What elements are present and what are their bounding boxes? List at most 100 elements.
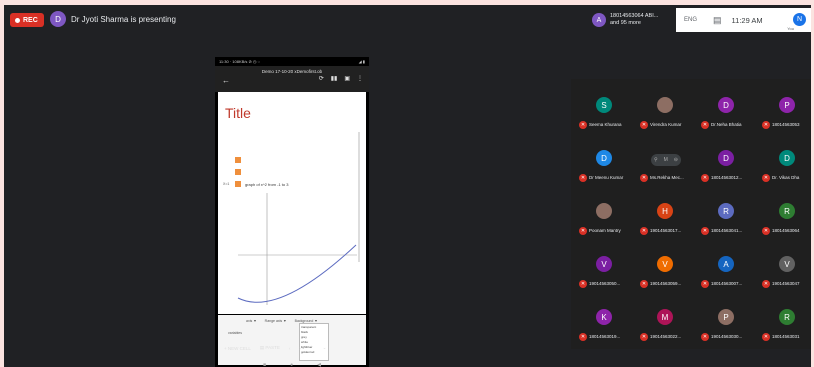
participant-tile[interactable]: ✕ Poonam Mantry <box>575 197 633 243</box>
participant-name: Dr Meenu Kumar <box>589 175 624 180</box>
participant-tile[interactable]: D ✕ 18014563012... <box>697 144 755 190</box>
participant-name: Seema Khurana <box>589 122 622 127</box>
new-cell-button[interactable]: + NEW CELL <box>224 346 251 351</box>
participant-name: 19014563047 <box>772 281 800 286</box>
page-title: Title <box>225 105 251 121</box>
participant-avatar <box>657 97 673 113</box>
participant-tile[interactable]: R ✕ 18014563064 <box>758 197 811 243</box>
participant-avatar: A <box>718 256 734 272</box>
participant-avatar: K <box>596 309 612 325</box>
cell-marker[interactable] <box>235 157 241 163</box>
participant-name: 19014563050... <box>589 281 621 286</box>
participants-chip[interactable]: A 18014563064 ABI... and 95 more <box>592 9 684 31</box>
mic-muted-icon: ✕ <box>701 121 709 129</box>
paste-label: PASTE <box>265 345 280 350</box>
image-icon[interactable]: ▣ <box>344 75 350 82</box>
presenter-status: Dr Jyoti Sharma is presenting <box>71 15 176 24</box>
chip-line2: and 95 more <box>610 20 641 26</box>
status-left: 11:30 · 108KB/s ⊘ ◷ ◌ <box>219 59 260 64</box>
axis-dropdown[interactable]: axis ▼ <box>246 319 257 323</box>
phone-status-bar: 11:30 · 108KB/s ⊘ ◷ ◌ ◢ ▮ <box>215 57 369 66</box>
participant-tile[interactable]: V ✕ 19014563059... <box>636 250 694 296</box>
participant-tile[interactable]: ✕ Virendra Kumar <box>636 91 694 137</box>
participant-avatar: R <box>718 203 734 219</box>
tile-controls[interactable]: ⚲ M ⊖ <box>651 154 681 166</box>
mic-muted-icon: ✕ <box>762 227 770 235</box>
participant-avatar: V <box>657 256 673 272</box>
participant-avatar: D <box>718 150 734 166</box>
participant-tile[interactable]: P ✕ 18014563053 <box>758 91 811 137</box>
participant-name: 19014563022... <box>650 334 682 339</box>
back-arrow-icon[interactable]: ← <box>222 76 230 85</box>
status-right: ◢ ▮ <box>358 59 365 64</box>
recording-badge: REC <box>10 13 44 27</box>
participant-avatar: V <box>779 256 795 272</box>
chip-avatar: A <box>592 13 606 27</box>
participant-name: 19014563030... <box>711 334 743 339</box>
presenter-avatar: D <box>50 11 66 27</box>
more-vert-icon[interactable]: ⋮ <box>357 75 363 82</box>
language-icon[interactable]: ENG <box>684 17 697 23</box>
next-icon[interactable]: › <box>299 346 301 351</box>
chat-icon[interactable]: ▤ <box>713 15 722 26</box>
app-bar: Demo 17-10-20 xDemofirst.ob ← ⟳ ▮▮ ▣ ⋮ <box>215 66 369 92</box>
refresh-icon[interactable]: ⟳ <box>319 75 324 82</box>
plot-graph <box>237 193 357 305</box>
prev-icon[interactable]: ‹ <box>289 346 291 351</box>
participant-name: 18014563031 <box>772 334 800 339</box>
participant-tile[interactable]: R ✕ 18014563041... <box>697 197 755 243</box>
participant-avatar: D <box>779 150 795 166</box>
rec-label: REC <box>23 16 38 24</box>
participant-avatar: D <box>596 150 612 166</box>
participant-name: 18014563007... <box>711 281 743 286</box>
recents-icon[interactable]: ■ <box>263 362 266 367</box>
meeting-window: REC D Dr Jyoti Sharma is presenting A 18… <box>4 5 811 367</box>
participant-tile[interactable]: K ✕ 18014563019... <box>575 303 633 349</box>
participant-avatar <box>596 203 612 219</box>
participant-name: Ms.Rekha Mec... <box>650 175 684 180</box>
pin-icon[interactable]: ⚲ <box>654 157 658 163</box>
mic-muted-icon: ✕ <box>762 121 770 129</box>
participant-avatar: H <box>657 203 673 219</box>
paste-button[interactable]: ▤ PASTE <box>260 345 280 351</box>
participant-tile[interactable]: V ✕ 19014563047 <box>758 250 811 296</box>
participant-name: 18014563053 <box>772 122 800 127</box>
participant-tile[interactable]: D ✕ Dr.Neha Bhatia <box>697 91 755 137</box>
participant-tile[interactable]: M ✕ 19014563022... <box>636 303 694 349</box>
mic-muted-icon: ✕ <box>640 333 648 341</box>
participant-tile[interactable]: P ✕ 19014563030... <box>697 303 755 349</box>
cell-marker[interactable] <box>235 181 241 187</box>
participant-tile[interactable]: D ✕ Dr. Vikas Dha <box>758 144 811 190</box>
home-icon[interactable]: ● <box>290 362 293 367</box>
book-icon[interactable]: ▮▮ <box>331 75 338 82</box>
participant-tile[interactable]: ⚲ M ⊖ ✕ Ms.Rekha Mec... <box>636 144 694 190</box>
participant-tile[interactable]: D ✕ Dr Meenu Kumar <box>575 144 633 190</box>
participant-tile[interactable]: R ✕ 18014563031 <box>758 303 811 349</box>
mic-muted-icon: ✕ <box>640 280 648 288</box>
participants-grid: S ✕ Seema Khurana ✕ Virendra Kumar D ✕ Dr.Neha … <box>571 79 811 349</box>
participant-avatar: P <box>779 97 795 113</box>
mic-muted-icon: ✕ <box>701 174 709 182</box>
more-icon[interactable]: ⊖ <box>674 157 678 163</box>
self-avatar[interactable]: N <box>793 13 806 26</box>
shared-screen: 11:30 · 108KB/s ⊘ ◷ ◌ ◢ ▮ Demo 17-10-20 … <box>215 57 369 367</box>
participant-avatar: M <box>657 309 673 325</box>
notebook-page: Title X=1 graph of x^2 from -1 to 3 <box>218 92 366 314</box>
participant-avatar: R <box>779 309 795 325</box>
mic-muted-icon: ✕ <box>579 121 587 129</box>
participant-tile[interactable]: H ✕ 19014563017... <box>636 197 694 243</box>
chevron-down-icon[interactable]: ⌄ <box>323 345 327 351</box>
chevron-up-icon[interactable]: ⌃ <box>310 345 314 351</box>
mic-muted-icon: ✕ <box>701 333 709 341</box>
clock: 11:29 AM <box>731 15 763 25</box>
mic-muted-icon: ✕ <box>579 227 587 235</box>
range-dropdown[interactable]: Range axis ▼ <box>265 319 287 323</box>
notebook-title: Demo 17-10-20 xDemofirst.ob <box>261 69 323 74</box>
cell-marker[interactable] <box>235 169 241 175</box>
participant-tile[interactable]: A ✕ 18014563007... <box>697 250 755 296</box>
nav-back-icon[interactable]: ◀ <box>317 362 321 367</box>
new-cell-label: NEW CELL <box>227 345 251 351</box>
participant-tile[interactable]: S ✕ Seema Khurana <box>575 91 633 137</box>
participant-name: 19014563017... <box>650 228 682 233</box>
participant-tile[interactable]: V ✕ 19014563050... <box>575 250 633 296</box>
